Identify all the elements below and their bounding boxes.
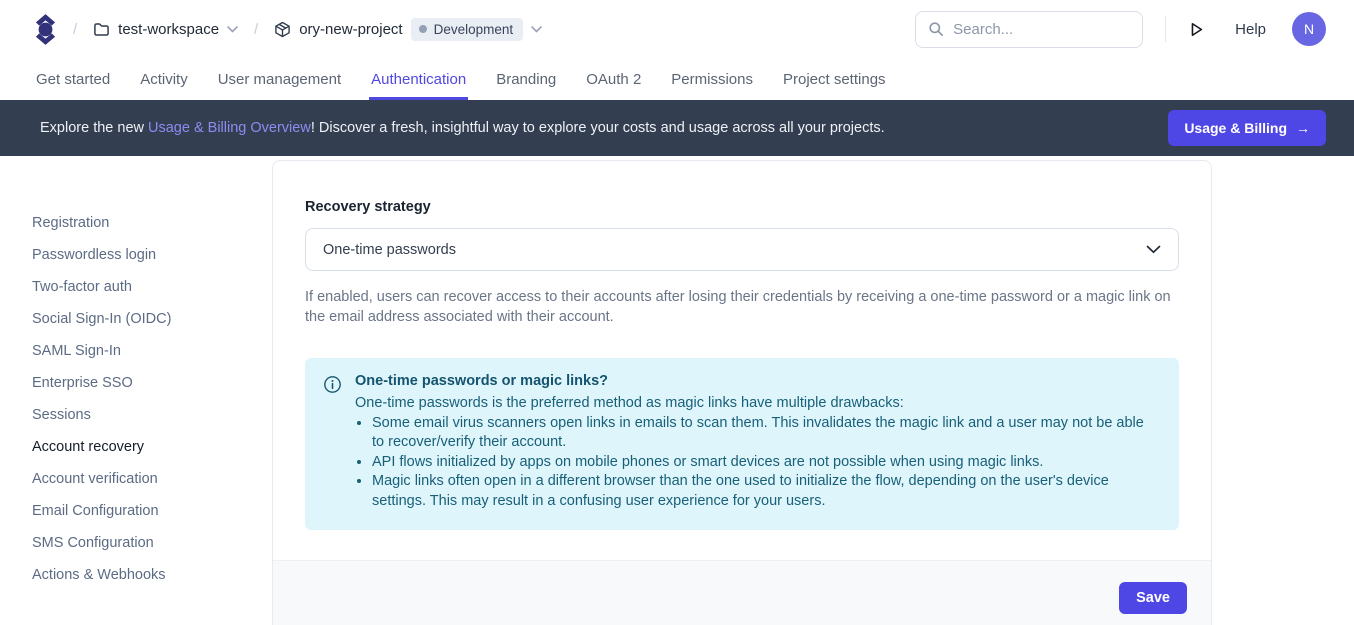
tab-permissions[interactable]: Permissions — [671, 58, 753, 100]
arrow-right-icon: → — [1296, 120, 1310, 136]
recovery-strategy-label: Recovery strategy — [305, 199, 1179, 215]
info-box-bullet: API flows initialized by apps on mobile … — [372, 453, 1155, 473]
info-box-bullet: Some email virus scanners open links in … — [372, 414, 1155, 453]
info-icon — [323, 373, 342, 511]
breadcrumb-separator: / — [254, 21, 258, 38]
tab-oauth2[interactable]: OAuth 2 — [586, 58, 641, 100]
chevron-down-icon — [227, 26, 238, 33]
project-switcher[interactable]: ory-new-project Development — [274, 18, 542, 41]
environment-dot-icon — [419, 25, 427, 33]
usage-billing-button-label: Usage & Billing — [1184, 120, 1287, 136]
sidebar-item-sessions[interactable]: Sessions — [32, 406, 91, 424]
content-area: Registration Passwordless login Two-fact… — [0, 156, 1354, 625]
banner-text: Explore the new Usage & Billing Overview… — [40, 120, 885, 136]
sidebar-item-email-configuration[interactable]: Email Configuration — [32, 502, 159, 520]
tab-get-started[interactable]: Get started — [36, 58, 110, 100]
chevron-down-icon — [531, 26, 542, 33]
usage-billing-overview-link[interactable]: Usage & Billing Overview — [148, 120, 311, 136]
tab-activity[interactable]: Activity — [140, 58, 188, 100]
project-nav-tabs: Get started Activity User management Aut… — [0, 58, 1354, 100]
usage-billing-button[interactable]: Usage & Billing → — [1168, 110, 1326, 146]
workspace-name: test-workspace — [118, 21, 219, 38]
sidebar-item-sms-configuration[interactable]: SMS Configuration — [32, 534, 154, 552]
sidebar-item-account-verification[interactable]: Account verification — [32, 470, 158, 488]
sidebar-item-registration[interactable]: Registration — [32, 214, 109, 232]
sidebar-item-account-recovery[interactable]: Account recovery — [32, 438, 144, 456]
search-box[interactable] — [915, 11, 1143, 48]
banner-text-prefix: Explore the new — [40, 120, 148, 136]
info-box-bullet-list: Some email virus scanners open links in … — [355, 414, 1155, 512]
search-input[interactable] — [953, 21, 1130, 38]
main-panel: Recovery strategy One-time passwords If … — [272, 156, 1354, 625]
usage-billing-banner: Explore the new Usage & Billing Overview… — [0, 100, 1354, 156]
info-box: One-time passwords or magic links? One-t… — [305, 358, 1179, 530]
info-box-bullet: Magic links often open in a different br… — [372, 472, 1155, 511]
project-name: ory-new-project — [299, 21, 402, 38]
recovery-strategy-selected-value: One-time passwords — [323, 242, 456, 258]
sidebar-item-enterprise-sso[interactable]: Enterprise SSO — [32, 374, 133, 392]
play-icon[interactable] — [1188, 21, 1205, 38]
workspace-switcher[interactable]: test-workspace — [93, 21, 238, 38]
tab-user-management[interactable]: User management — [218, 58, 341, 100]
info-box-title: One-time passwords or magic links? — [355, 373, 1155, 389]
recovery-strategy-select[interactable]: One-time passwords — [305, 228, 1179, 271]
ory-logo-icon[interactable] — [34, 13, 57, 46]
info-box-intro: One-time passwords is the preferred meth… — [355, 394, 1155, 414]
help-link[interactable]: Help — [1235, 21, 1266, 38]
sidebar-item-social-sign-in-oidc[interactable]: Social Sign-In (OIDC) — [32, 310, 171, 328]
sidebar-item-actions-webhooks[interactable]: Actions & Webhooks — [32, 566, 166, 584]
recovery-strategy-help-text: If enabled, users can recover access to … — [305, 287, 1179, 327]
sidebar-item-saml-sign-in[interactable]: SAML Sign-In — [32, 342, 121, 360]
sidebar-item-two-factor-auth[interactable]: Two-factor auth — [32, 278, 132, 296]
topbar-divider — [1165, 16, 1166, 42]
card-footer: Save — [273, 560, 1211, 625]
tab-authentication[interactable]: Authentication — [371, 58, 466, 100]
tab-project-settings[interactable]: Project settings — [783, 58, 886, 100]
banner-text-suffix: ! Discover a fresh, insightful way to ex… — [311, 120, 885, 136]
tab-branding[interactable]: Branding — [496, 58, 556, 100]
folder-icon — [93, 21, 110, 38]
account-recovery-card: Recovery strategy One-time passwords If … — [272, 160, 1212, 625]
breadcrumb-separator: / — [73, 21, 77, 38]
avatar[interactable]: N — [1292, 12, 1326, 46]
chevron-down-icon — [1146, 245, 1161, 254]
topbar: / test-workspace / ory-new-project Devel… — [0, 0, 1354, 58]
sidebar-item-passwordless-login[interactable]: Passwordless login — [32, 246, 156, 264]
environment-badge: Development — [411, 18, 524, 41]
info-box-content: One-time passwords or magic links? One-t… — [355, 373, 1155, 511]
save-button[interactable]: Save — [1119, 582, 1187, 614]
environment-label: Development — [434, 22, 514, 37]
package-icon — [274, 21, 291, 38]
search-icon — [928, 21, 944, 37]
authentication-sidebar: Registration Passwordless login Two-fact… — [0, 156, 272, 625]
card-body: Recovery strategy One-time passwords If … — [273, 161, 1211, 560]
